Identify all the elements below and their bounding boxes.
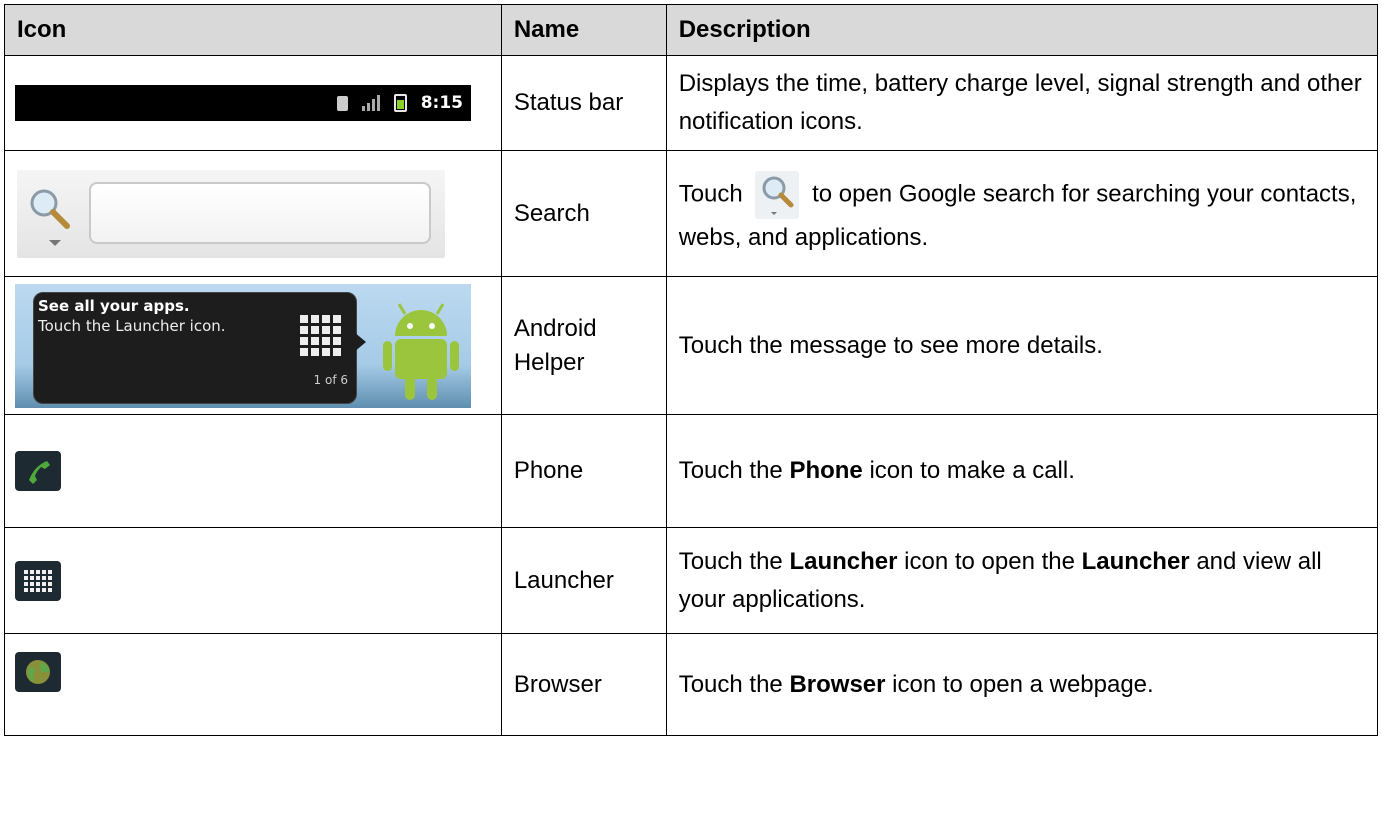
bubble-pointer	[354, 331, 366, 352]
name-cell: Browser	[500, 633, 667, 736]
phone-icon	[15, 451, 61, 491]
description-text: Touch the	[678, 670, 783, 698]
magnifier-icon	[30, 189, 70, 229]
icon-cell	[4, 633, 502, 736]
icon-cell: 8:15	[4, 55, 502, 151]
battery-icon	[393, 94, 407, 112]
search-input-image	[89, 181, 431, 244]
description-cell: Touch to open Google search for searchin…	[665, 150, 1379, 277]
description-bold: Launcher	[1081, 547, 1190, 575]
table-header-row: Icon Name Description	[4, 4, 1379, 56]
header-icon: Icon	[4, 4, 502, 56]
debug-icon	[336, 95, 348, 111]
signal-icon	[361, 95, 380, 111]
description-text: Touch the	[678, 547, 783, 575]
description-bold: Browser	[789, 670, 886, 698]
table-row: Browser Touch the Browser icon to open a…	[4, 633, 1379, 736]
description-cell: Touch the Phone icon to make a call.	[665, 414, 1379, 528]
table-row: See all your apps. Touch the Launcher ic…	[4, 276, 1379, 415]
table-row: Launcher Touch the Launcher icon to open…	[4, 527, 1379, 634]
browser-icon	[15, 652, 61, 692]
helper-subtitle: Touch the Launcher icon.	[38, 316, 226, 335]
launcher-grid-icon	[300, 314, 341, 356]
description-cell: Touch the message to see more details.	[665, 276, 1379, 415]
description-text: Displays the time, battery charge level,…	[678, 70, 1362, 135]
description-text: Touch the message to see more details.	[678, 331, 1103, 359]
launcher-icon	[15, 560, 61, 601]
status-bar-time: 8:15	[420, 93, 463, 113]
icon-cell	[4, 414, 502, 528]
name-cell: Launcher	[500, 527, 667, 634]
description-text: Touch the	[678, 457, 783, 484]
helper-count: 1 of 6	[313, 372, 348, 387]
name-cell: Phone	[500, 414, 667, 528]
header-description: Description	[665, 4, 1379, 56]
description-text: icon to make a call.	[869, 457, 1075, 484]
search-widget-image	[17, 169, 445, 258]
icon-cell: See all your apps. Touch the Launcher ic…	[4, 276, 502, 415]
description-text: Touch	[678, 179, 743, 207]
icon-reference-table: Icon Name Description 8:15 Status bar Di…	[4, 4, 1379, 736]
icon-cell	[4, 527, 502, 634]
android-helper-image: See all your apps. Touch the Launcher ic…	[15, 283, 471, 408]
name-cell: Status bar	[500, 55, 667, 151]
table-row: Search Touch to open Google search for s…	[4, 150, 1379, 277]
table-row: 8:15 Status bar Displays the time, batte…	[4, 55, 1379, 151]
name-cell: Search	[500, 150, 667, 277]
description-cell: Displays the time, battery charge level,…	[665, 55, 1379, 151]
description-text: icon to open the	[904, 547, 1075, 575]
android-robot-icon	[383, 302, 459, 400]
table-row: Phone Touch the Phone icon to make a cal…	[4, 414, 1379, 528]
header-name: Name	[500, 4, 667, 56]
status-bar-image: 8:15	[15, 85, 471, 121]
description-cell: Touch the Launcher icon to open the Laun…	[665, 527, 1379, 634]
helper-title: See all your apps.	[38, 296, 190, 315]
description-bold: Phone	[789, 457, 863, 484]
helper-bubble: See all your apps. Touch the Launcher ic…	[33, 291, 357, 404]
dropdown-arrow-icon	[49, 239, 61, 246]
description-cell: Touch the Browser icon to open a webpage…	[665, 633, 1379, 736]
magnifier-icon	[755, 170, 800, 219]
description-text: icon to open a webpage.	[892, 670, 1154, 698]
name-cell: Android Helper	[500, 276, 667, 415]
icon-cell	[4, 150, 502, 277]
description-bold: Launcher	[789, 547, 898, 575]
